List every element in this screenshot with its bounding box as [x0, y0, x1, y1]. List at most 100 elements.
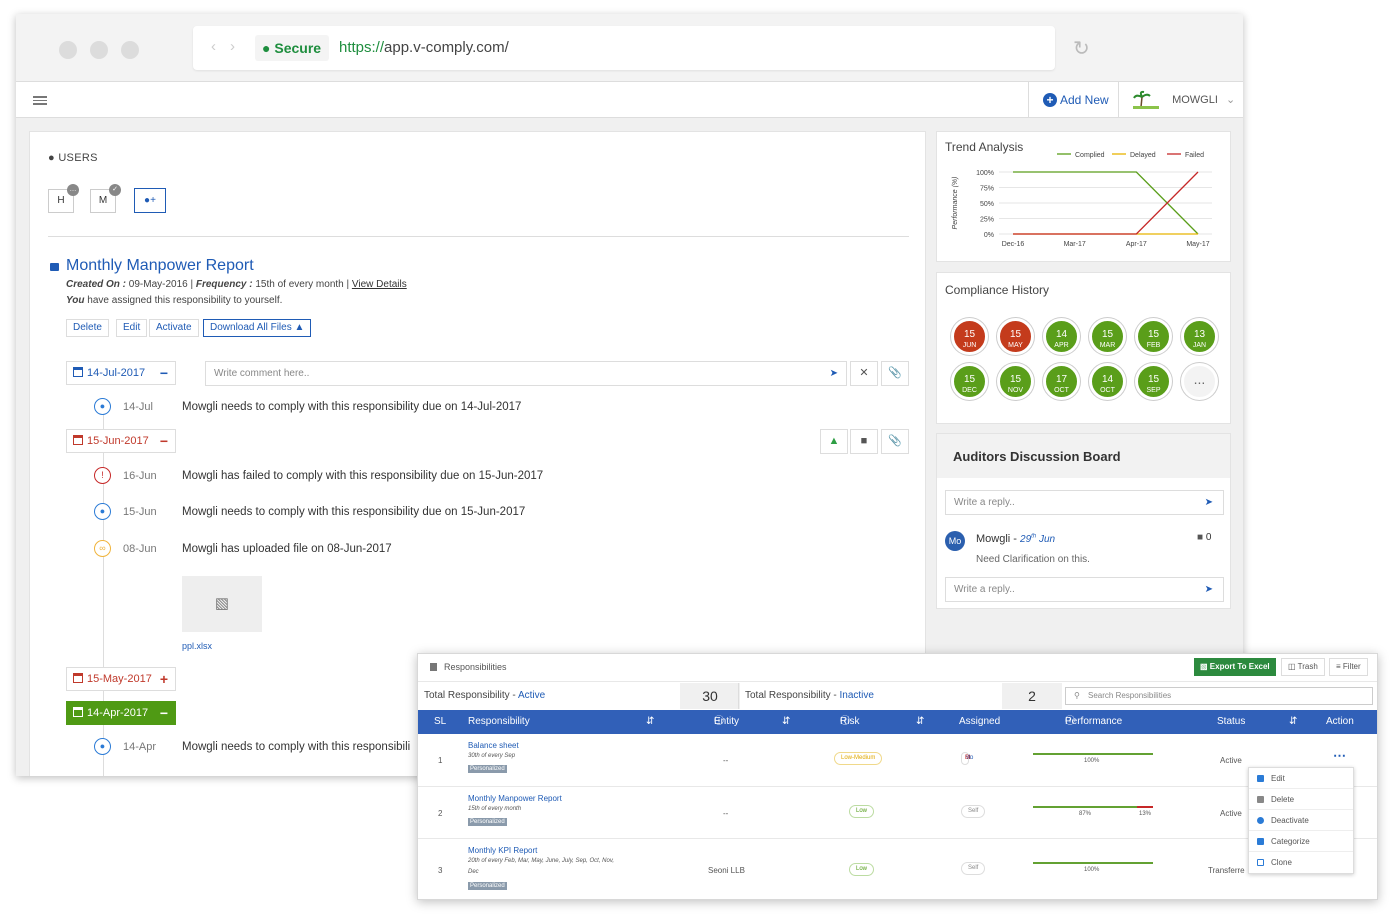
col-action[interactable]: Action: [1326, 710, 1354, 734]
comment-count[interactable]: ■ 0: [1197, 532, 1211, 543]
trend-chart: 100% 75% 50% 25% 0% Dec-16 Mar-17 Apr-17 May-17 P…: [952, 152, 1212, 248]
pencil-icon: [1257, 775, 1264, 782]
send-icon[interactable]: ➤: [830, 362, 838, 385]
table-row[interactable]: 3 Monthly KPI Report 20th of every Feb, …: [418, 839, 1377, 899]
post-text: Need Clarification on this.: [976, 554, 1090, 565]
download-all-files-button[interactable]: Download All Files ▲: [203, 319, 312, 337]
total-active[interactable]: Total Responsibility - Active: [424, 683, 545, 709]
add-user-button[interactable]: ●+: [134, 188, 166, 213]
collapse-icon[interactable]: −: [160, 702, 168, 724]
history-badge[interactable]: 15 JUN: [951, 318, 988, 355]
collapse-icon[interactable]: −: [160, 362, 168, 384]
send-icon[interactable]: ➤: [1205, 578, 1213, 601]
table-row[interactable]: 1 Balance sheet 30th of every Sep Person…: [418, 734, 1377, 787]
col-responsibility[interactable]: Responsibility: [468, 710, 530, 734]
user-chip-m[interactable]: M ✓: [90, 184, 121, 213]
row-name[interactable]: Monthly KPI Report: [468, 846, 537, 855]
reply-input-2[interactable]: Write a reply.. ➤: [945, 577, 1224, 602]
expand-icon[interactable]: +: [160, 668, 168, 690]
edit-button[interactable]: Edit: [116, 319, 148, 337]
more-history-button[interactable]: ...: [1181, 363, 1218, 400]
responsibility-meta: Created On : 09-May-2016 | Frequency : 1…: [66, 279, 407, 290]
history-badge[interactable]: 17 OCT: [1043, 363, 1080, 400]
google-drive-button[interactable]: ▲: [820, 429, 848, 454]
responsibility-title[interactable]: Monthly Manpower Report: [66, 257, 254, 275]
col-sl[interactable]: SL: [434, 710, 446, 734]
search-input[interactable]: ⚲ Search Responsibilities: [1065, 687, 1373, 705]
history-badge[interactable]: 15 SEP: [1135, 363, 1172, 400]
back-icon[interactable]: ‹: [211, 38, 216, 55]
history-badge[interactable]: 15 MAY: [997, 318, 1034, 355]
col-risk-wrap[interactable]: Risk Class ⓘ: [840, 710, 865, 751]
entry-date: 14-Jul: [123, 401, 153, 413]
send-icon[interactable]: ➤: [1205, 491, 1213, 514]
history-badge[interactable]: 15 NOV: [997, 363, 1034, 400]
comment-button[interactable]: ■: [850, 429, 878, 454]
history-badge[interactable]: 15 FEB: [1135, 318, 1172, 355]
history-badge[interactable]: 15 DEC: [951, 363, 988, 400]
delete-button[interactable]: Delete: [66, 319, 109, 337]
ban-icon: [1257, 817, 1264, 824]
col-performance-wrap[interactable]: Performance ⓘ: [1065, 710, 1122, 734]
menu-label: Delete: [1271, 795, 1295, 804]
sort-icon[interactable]: ⇵: [646, 710, 654, 734]
window-maximize-dot[interactable]: [121, 41, 139, 59]
hamburger-menu-icon[interactable]: [33, 96, 47, 105]
menu-item-edit[interactable]: Edit: [1249, 768, 1353, 789]
export-excel-button[interactable]: ▧ Export To Excel: [1194, 658, 1276, 676]
date-group-apr[interactable]: 14-Apr-2017−: [66, 701, 176, 725]
add-new-button[interactable]: + Add New: [1028, 82, 1118, 118]
col-assigned[interactable]: Assigned: [959, 710, 1000, 734]
address-bar[interactable]: ‹ › ● Secure https://app.v-comply.com/: [193, 26, 1055, 70]
attach-button-2[interactable]: 📎: [881, 429, 909, 454]
col-entity-wrap[interactable]: Entity ⓘ: [714, 710, 739, 734]
chat-icon: ■: [860, 435, 868, 447]
col-status[interactable]: Status: [1217, 710, 1245, 734]
date-group-jul[interactable]: 14-Jul-2017 −: [66, 361, 176, 385]
collapse-icon[interactable]: −: [160, 430, 168, 452]
reload-icon[interactable]: ↻: [1073, 36, 1090, 61]
sort-icon[interactable]: ⇵: [782, 710, 790, 734]
date-group-jun[interactable]: 15-Jun-2017−: [66, 429, 176, 453]
table-row[interactable]: 2 Monthly Manpower Report 15th of every …: [418, 787, 1377, 839]
more-actions-icon[interactable]: ⋯: [1333, 748, 1346, 764]
date-group-may[interactable]: 15-May-2017 +: [66, 667, 176, 691]
menu-item-clone[interactable]: Clone: [1249, 852, 1353, 873]
download-label: Download All Files: [210, 322, 292, 333]
assigned-you: You: [66, 295, 85, 306]
menu-item-delete[interactable]: Delete: [1249, 789, 1353, 810]
sort-icon[interactable]: ⇵: [1289, 710, 1297, 734]
menu-item-deactivate[interactable]: Deactivate: [1249, 810, 1353, 831]
attach-button[interactable]: 📎: [881, 361, 909, 386]
window-close-dot[interactable]: [59, 41, 77, 59]
trash-button[interactable]: ◫ Trash: [1281, 658, 1325, 676]
history-month: MAR: [1099, 342, 1116, 349]
inactive-count: 2: [1002, 683, 1062, 709]
menu-item-categorize[interactable]: Categorize: [1249, 831, 1353, 852]
excel-file-icon[interactable]: ▧: [182, 576, 262, 632]
entry-text: Mowgli needs to comply with this respons…: [182, 401, 522, 413]
sort-icon[interactable]: ⇵: [916, 710, 924, 734]
history-badge[interactable]: 14 OCT: [1089, 363, 1126, 400]
file-name-link[interactable]: ppl.xlsx: [182, 641, 212, 651]
date-group-label: 15-May-2017: [87, 673, 152, 685]
comment-input[interactable]: Write comment here.. ➤: [205, 361, 847, 386]
user-chip-h[interactable]: H…: [48, 184, 79, 213]
forward-icon[interactable]: ›: [230, 38, 235, 55]
calendar-icon: [73, 367, 83, 377]
history-badge[interactable]: 13 JAN: [1181, 318, 1218, 355]
activate-button[interactable]: Activate: [149, 319, 199, 337]
col-performance: Performance: [1065, 716, 1123, 727]
row-name[interactable]: Monthly Manpower Report: [468, 794, 562, 803]
reply-input[interactable]: Write a reply.. ➤: [945, 490, 1224, 515]
window-minimize-dot[interactable]: [90, 41, 108, 59]
filter-button[interactable]: ≡ Filter: [1329, 658, 1368, 676]
row-name[interactable]: Balance sheet: [468, 741, 519, 750]
view-details-link[interactable]: View Details: [352, 279, 407, 290]
chat-icon: ■: [1197, 532, 1204, 543]
history-badge[interactable]: 15 MAR: [1089, 318, 1126, 355]
user-menu[interactable]: MOWGLI ⌄: [1118, 82, 1243, 118]
total-inactive[interactable]: Total Responsibility - Inactive: [745, 683, 874, 709]
clear-comment-button[interactable]: ✕: [850, 361, 878, 386]
history-badge[interactable]: 14 APR: [1043, 318, 1080, 355]
